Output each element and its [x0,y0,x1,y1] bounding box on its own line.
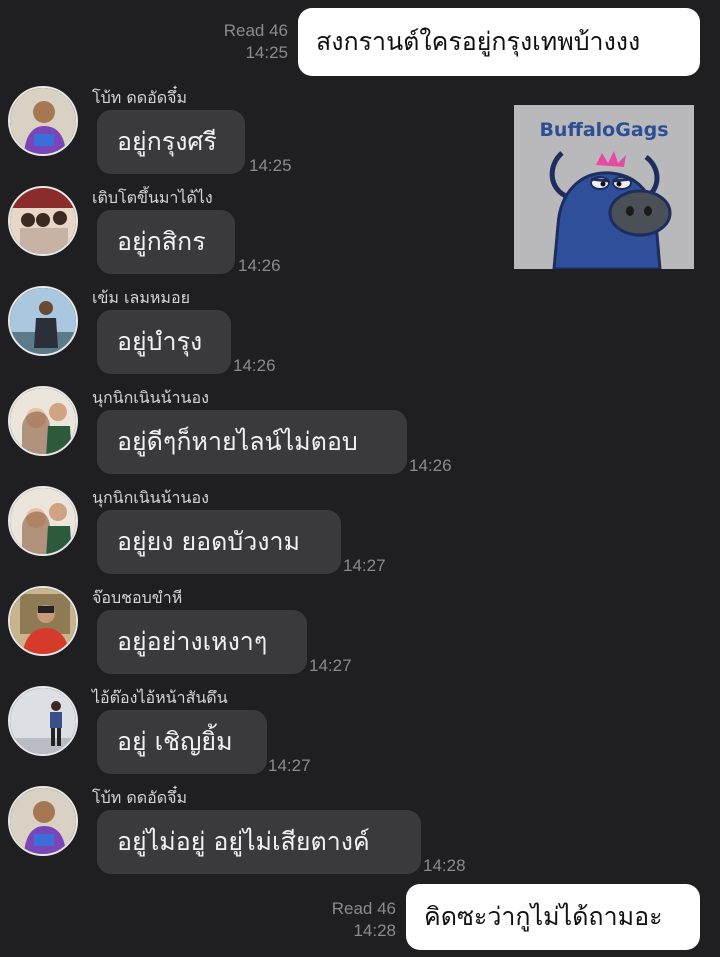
read-receipt: Read 46 14:25 [168,20,288,64]
message-time: 14:27 [343,556,386,575]
avatar[interactable] [8,786,78,856]
avatar[interactable] [8,286,78,356]
outgoing-message[interactable]: คิดซะว่ากูไม่ได้ถามอะ [406,884,700,950]
message-time: 14:25 [245,43,288,62]
sender-name: นุกนิกเนินน้านอง [92,488,209,507]
message-time: 14:26 [409,456,452,475]
message-text: อยู่ยง ยอดบัวงาม [117,527,300,556]
avatar[interactable] [8,86,78,156]
message-time: 14:27 [309,656,352,675]
message-text: อยู่ เชิญยิ้ม [117,727,233,756]
message-text: อยู่ไม่อยู่ อยู่ไม่เสียตางค์ [117,827,370,856]
incoming-message[interactable]: อยู่กรุงศรี [97,110,245,174]
sender-name: ไอ้ต๊องไอ้หน้าสันดึน [92,688,228,707]
outgoing-message[interactable]: สงกรานต์ใครอยู่กรุงเทพบ้างงง [298,8,700,76]
avatar[interactable] [8,486,78,556]
incoming-message[interactable]: อยู่ไม่อยู่ อยู่ไม่เสียตางค์ [97,810,421,874]
message-time: 14:27 [268,756,311,775]
message-text: อยู่กสิกร [117,227,206,256]
sender-name: เติบโตขึ้นมาได้ไง [92,188,213,207]
incoming-message[interactable]: อยู่บำรุง [97,310,231,374]
avatar[interactable] [8,186,78,256]
message-text: อยู่กรุงศรี [117,127,217,156]
read-status: Read 46 [331,899,396,918]
incoming-message[interactable]: อยู่กสิกร [97,210,235,274]
avatar[interactable] [8,686,78,756]
message-time: 14:25 [249,156,292,175]
buffalo-icon [549,151,672,269]
sender-name: โบ้ท ดดอัดจึ๋ม [92,788,188,807]
avatar[interactable] [8,586,78,656]
sender-name: จ๊อบชอบขำหี [92,588,183,607]
sender-name: นุกนิกเนินน้านอง [92,388,209,407]
message-time: 14:26 [233,356,276,375]
incoming-message[interactable]: อยู่อย่างเหงาๆ [97,610,307,674]
read-receipt: Read 46 14:28 [276,898,396,942]
sender-name: โบ้ท ดดอัดจึ๋ม [92,88,188,107]
message-text: สงกรานต์ใครอยู่กรุงเทพบ้างงง [316,27,641,56]
sender-name: เข้ม เลมหมอย [92,288,190,307]
message-time: 14:28 [423,856,466,875]
message-text: อยู่บำรุง [117,327,203,356]
message-text: อยู่ดีๆก็หายไลน์ไม่ตอบ [117,427,358,456]
incoming-message[interactable]: อยู่ เชิญยิ้ม [97,710,267,774]
message-time: 14:28 [353,921,396,940]
incoming-message[interactable]: อยู่ดีๆก็หายไลน์ไม่ตอบ [97,410,407,474]
message-text: อยู่อย่างเหงาๆ [117,627,268,656]
message-text: คิดซะว่ากูไม่ได้ถามอะ [424,902,663,931]
buffalo-sticker[interactable]: BuffaloGags [514,105,694,269]
read-status: Read 46 [223,21,288,40]
avatar[interactable] [8,386,78,456]
incoming-message[interactable]: อยู่ยง ยอดบัวงาม [97,510,341,574]
message-time: 14:26 [238,256,281,275]
